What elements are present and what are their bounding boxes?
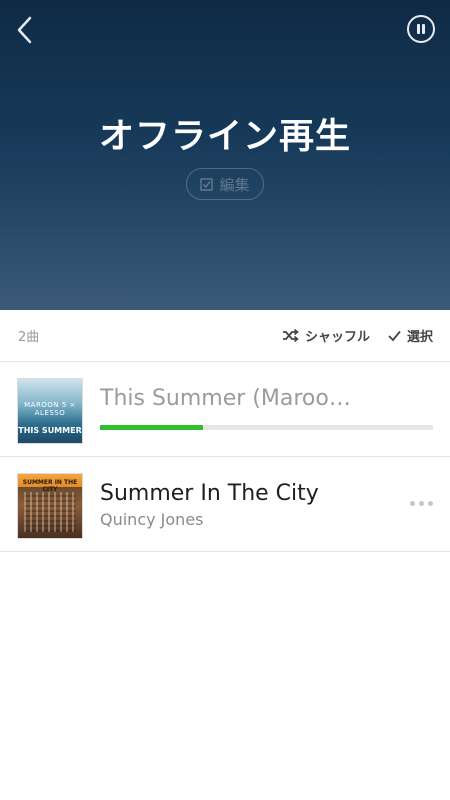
download-progress-fill [100, 425, 204, 430]
track-artist: Quincy Jones [100, 510, 204, 529]
pause-icon [417, 24, 420, 34]
edit-button[interactable]: 編集 [186, 168, 264, 200]
album-art: SUMMER IN THE CITY [17, 473, 83, 539]
shuffle-icon [282, 329, 299, 342]
pause-icon-bar [422, 24, 425, 34]
album-art-title-text: SUMMER IN THE CITY [22, 479, 78, 493]
pause-button[interactable] [407, 15, 435, 43]
edit-checkbox-icon [200, 177, 214, 191]
select-button[interactable]: 選択 [388, 326, 433, 345]
shuffle-button[interactable]: シャッフル [282, 326, 370, 345]
more-dot [428, 501, 433, 506]
album-art: MAROON 5 × ALESSO THIS SUMMER [17, 378, 83, 444]
back-arrow-icon [17, 16, 32, 44]
download-progress-bar [100, 425, 433, 430]
back-button[interactable] [12, 14, 40, 46]
track-title: This Summer (Maroon… [100, 386, 362, 411]
checkmark-icon [388, 330, 401, 341]
more-dot [419, 501, 424, 506]
edit-label: 編集 [219, 175, 250, 194]
track-row[interactable]: SUMMER IN THE CITY Summer In The City Qu… [0, 457, 450, 552]
track-title: Summer In The City [100, 481, 319, 506]
playlist-toolbar: 2曲 シャッフル 選択 [0, 310, 450, 362]
playlist-header: オフライン再生 編集 [0, 0, 450, 310]
more-dots-icon [410, 501, 415, 506]
track-count: 2曲 [18, 330, 40, 345]
track-row[interactable]: MAROON 5 × ALESSO THIS SUMMER This Summe… [0, 362, 450, 457]
album-art-artist-text: MAROON 5 × ALESSO [24, 401, 76, 417]
page-title: オフライン再生 [98, 117, 351, 157]
album-art-title-text: THIS SUMMER [18, 426, 82, 435]
album-art-cityscape [24, 492, 76, 532]
more-options-button[interactable] [410, 501, 433, 506]
shuffle-label: シャッフル [304, 330, 370, 345]
select-label: 選択 [406, 330, 433, 345]
